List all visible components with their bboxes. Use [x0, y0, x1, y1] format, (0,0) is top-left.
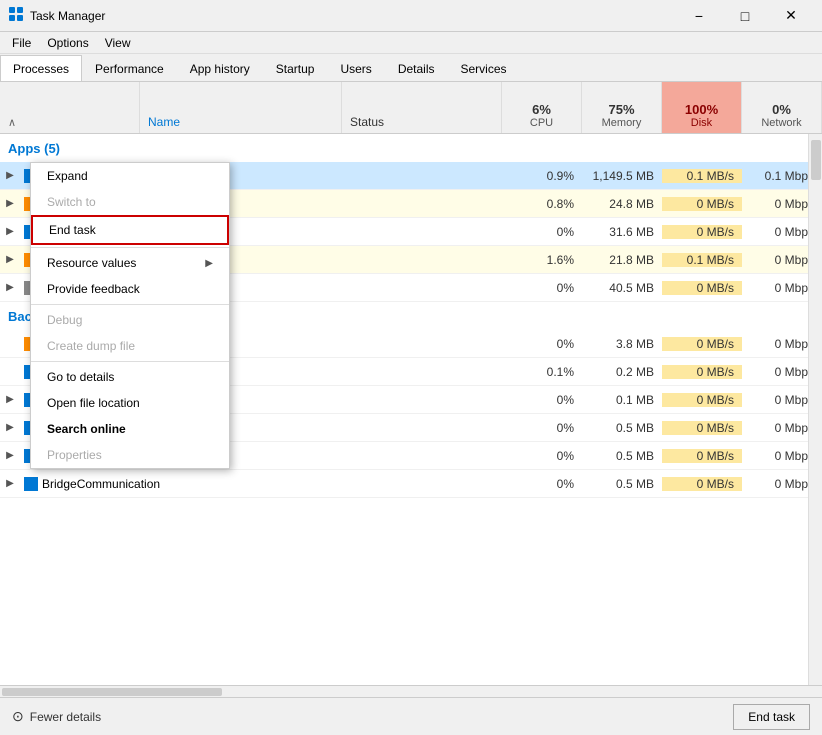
sort-arrow[interactable]: ∧: [0, 82, 140, 133]
ctx-open-file[interactable]: Open file location: [31, 390, 229, 416]
row-disk-cell: 0.1 MB/s: [662, 169, 742, 183]
horizontal-scrollbar[interactable]: [0, 685, 822, 697]
row-memory-cell: 0.5 MB: [582, 421, 662, 435]
menu-bar: File Options View: [0, 32, 822, 54]
col-name-header[interactable]: Name: [140, 82, 342, 133]
tab-users[interactable]: Users: [327, 55, 384, 81]
apps-section-header: Apps (5): [0, 134, 822, 162]
menu-file[interactable]: File: [4, 34, 39, 52]
row-disk-cell: 0 MB/s: [662, 477, 742, 491]
row-memory-cell: 0.2 MB: [582, 365, 662, 379]
h-scrollbar-thumb[interactable]: [2, 688, 222, 696]
row-expand-icon[interactable]: ▶: [0, 282, 20, 293]
tab-details[interactable]: Details: [385, 55, 448, 81]
row-disk-cell: 0 MB/s: [662, 225, 742, 239]
table-row[interactable]: ▶ BridgeCommunication 0% 0.5 MB 0 MB/s 0…: [0, 470, 822, 498]
ctx-provide-feedback[interactable]: Provide feedback: [31, 276, 229, 302]
row-memory-cell: 0.1 MB: [582, 393, 662, 407]
tab-processes[interactable]: Processes: [0, 55, 82, 81]
row-cpu-cell: 0%: [502, 225, 582, 239]
tab-app-history[interactable]: App history: [177, 55, 263, 81]
scrollbar-thumb[interactable]: [811, 140, 821, 180]
tab-startup[interactable]: Startup: [263, 55, 328, 81]
tab-services[interactable]: Services: [448, 55, 520, 81]
col-disk-header[interactable]: 100% Disk: [662, 82, 742, 133]
ctx-resource-values[interactable]: Resource values ▶: [31, 250, 229, 276]
row-memory-cell: 24.8 MB: [582, 197, 662, 211]
table-body: Apps (5) ▶ C 0.9% 1,149.5 MB 0.1 MB/s 0.…: [0, 134, 822, 685]
row-cpu-cell: 0.1%: [502, 365, 582, 379]
ctx-switch-to: Switch to: [31, 189, 229, 215]
ctx-separator-2: [31, 304, 229, 305]
row-disk-cell: 0 MB/s: [662, 393, 742, 407]
ctx-expand[interactable]: Expand: [31, 163, 229, 189]
row-expand-icon[interactable]: ▶: [0, 226, 20, 237]
vertical-scrollbar[interactable]: [808, 134, 822, 685]
row-memory-cell: 40.5 MB: [582, 281, 662, 295]
row-expand-icon[interactable]: ▶: [0, 254, 20, 265]
ctx-go-to-details[interactable]: Go to details: [31, 364, 229, 390]
row-memory-cell: 1,149.5 MB: [582, 169, 662, 183]
window-title: Task Manager: [30, 9, 676, 23]
menu-options[interactable]: Options: [39, 34, 96, 52]
fewer-details-icon: ⊙: [12, 708, 24, 725]
window-controls: − □ ✕: [676, 0, 814, 32]
row-cpu-cell: 0%: [502, 337, 582, 351]
ctx-search-online[interactable]: Search online: [31, 416, 229, 442]
title-bar: Task Manager − □ ✕: [0, 0, 822, 32]
minimize-button[interactable]: −: [676, 0, 722, 32]
row-cpu-cell: 0%: [502, 393, 582, 407]
row-cpu-cell: 0%: [502, 449, 582, 463]
maximize-button[interactable]: □: [722, 0, 768, 32]
context-menu: Expand Switch to End task Resource value…: [30, 162, 230, 469]
row-app-icon: [24, 477, 38, 491]
row-expand-icon[interactable]: ▶: [0, 170, 20, 181]
col-status-header[interactable]: Status: [342, 82, 502, 133]
row-memory-cell: 0.5 MB: [582, 449, 662, 463]
row-memory-cell: 31.6 MB: [582, 225, 662, 239]
main-content: ∧ Name Status 6% CPU 75% Memory 100% Dis…: [0, 82, 822, 697]
row-expand-icon[interactable]: ▶: [0, 478, 20, 489]
row-expand-icon[interactable]: ▶: [0, 394, 20, 405]
row-memory-cell: 21.8 MB: [582, 253, 662, 267]
row-cpu-cell: 0.9%: [502, 169, 582, 183]
row-memory-cell: 3.8 MB: [582, 337, 662, 351]
row-cpu-cell: 1.6%: [502, 253, 582, 267]
ctx-end-task[interactable]: End task: [31, 215, 229, 245]
row-cpu-cell: 0%: [502, 477, 582, 491]
row-expand-icon[interactable]: ▶: [0, 198, 20, 209]
ctx-create-dump: Create dump file: [31, 333, 229, 359]
row-disk-cell: 0 MB/s: [662, 365, 742, 379]
col-network-header[interactable]: 0% Network: [742, 82, 822, 133]
tab-bar: Processes Performance App history Startu…: [0, 54, 822, 82]
row-cpu-cell: 0%: [502, 421, 582, 435]
ctx-debug: Debug: [31, 307, 229, 333]
row-disk-cell: 0 MB/s: [662, 281, 742, 295]
ctx-properties: Properties: [31, 442, 229, 468]
row-disk-cell: 0 MB/s: [662, 197, 742, 211]
menu-view[interactable]: View: [97, 34, 139, 52]
col-memory-header[interactable]: 75% Memory: [582, 82, 662, 133]
close-button[interactable]: ✕: [768, 0, 814, 32]
row-cpu-cell: 0%: [502, 281, 582, 295]
row-name-cell: BridgeCommunication: [20, 477, 342, 491]
row-disk-cell: 0 MB/s: [662, 337, 742, 351]
row-expand-icon[interactable]: ▶: [0, 422, 20, 433]
row-disk-cell: 0 MB/s: [662, 421, 742, 435]
row-memory-cell: 0.5 MB: [582, 477, 662, 491]
end-task-button[interactable]: End task: [733, 704, 810, 730]
row-disk-cell: 0.1 MB/s: [662, 253, 742, 267]
app-icon: [8, 6, 24, 25]
fewer-details-button[interactable]: ⊙ Fewer details: [12, 708, 101, 725]
bottom-bar: ⊙ Fewer details End task: [0, 697, 822, 735]
row-cpu-cell: 0.8%: [502, 197, 582, 211]
row-expand-icon[interactable]: ▶: [0, 450, 20, 461]
column-headers: ∧ Name Status 6% CPU 75% Memory 100% Dis…: [0, 82, 822, 134]
ctx-separator-3: [31, 361, 229, 362]
ctx-arrow-icon: ▶: [205, 258, 213, 269]
tab-performance[interactable]: Performance: [82, 55, 177, 81]
ctx-separator-1: [31, 247, 229, 248]
col-cpu-header[interactable]: 6% CPU: [502, 82, 582, 133]
row-disk-cell: 0 MB/s: [662, 449, 742, 463]
